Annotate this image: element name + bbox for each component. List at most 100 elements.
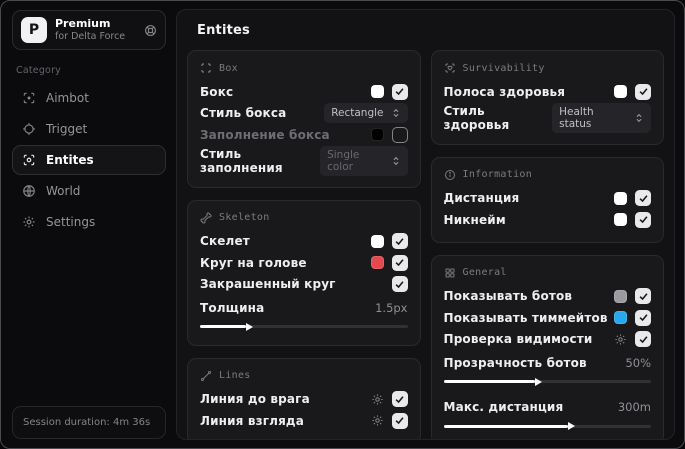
slider-thumb[interactable] (568, 422, 575, 430)
skeleton-enabled-checkbox[interactable] (391, 233, 408, 250)
sidebar-item-trigget[interactable]: Trigget (12, 114, 166, 144)
setting-row-health-bar: Полоса здоровья (444, 81, 651, 103)
setting-row-box-style: Стиль бокса Rectangle (200, 103, 408, 125)
setting-row-bot-opacity: Прозрачность ботов 50% (443, 352, 651, 388)
setting-row-show-teammates: Показывать тиммейтов (444, 307, 651, 329)
skeleton-card: Skeleton Скелет Круг на голове Закрашенн… (187, 199, 421, 346)
brand-settings-icon[interactable] (144, 24, 157, 37)
main-panel: Entites Box Бокс Стиль бокса Rectangle З… (176, 9, 675, 440)
box-enabled-checkbox[interactable] (391, 83, 408, 100)
sidebar-item-label: Entites (46, 153, 94, 167)
box-color-swatch[interactable] (370, 85, 384, 99)
scan-heart-icon (444, 62, 456, 74)
setting-row-skeleton-enabled: Скелет (200, 231, 408, 253)
chevrons-up-down-icon (391, 108, 401, 118)
world-globe-icon (22, 184, 36, 198)
thickness-value: 1.5px (375, 300, 408, 315)
sidebar-nav: Aimbot Trigget Entites World Settings (12, 83, 166, 237)
setting-row-filled-circle: Закрашенный круг (200, 274, 408, 296)
setting-row-head-circle: Круг на голове (200, 252, 408, 274)
slider-thumb[interactable] (245, 322, 253, 331)
nickname-checkbox[interactable] (635, 211, 651, 228)
box-scan-icon (200, 62, 212, 74)
setting-row-thickness: Толщина 1.5px (200, 297, 408, 333)
category-label: Category (16, 65, 61, 76)
setting-row-box-fill-style: Стиль заполнения Single color (200, 145, 408, 176)
line-icon (200, 370, 212, 382)
box-card-title: Box (219, 62, 238, 74)
aimbot-scan-icon (22, 91, 36, 105)
general-card: General Показывать ботов Показывать тимм… (430, 254, 664, 439)
trigger-crosshair-icon (22, 122, 36, 136)
visibility-check-checkbox[interactable] (635, 331, 651, 348)
distance-color-swatch[interactable] (614, 191, 627, 205)
thickness-slider[interactable] (200, 321, 408, 333)
health-bar-checkbox[interactable] (635, 83, 651, 100)
bot-opacity-slider[interactable] (443, 376, 651, 388)
settings-gear-icon (22, 215, 36, 229)
session-duration: Session duration: 4m 36s (12, 406, 166, 439)
filled-circle-checkbox[interactable] (391, 276, 408, 293)
slider-thumb[interactable] (534, 377, 542, 386)
box-card: Box Бокс Стиль бокса Rectangle Заполнени… (187, 50, 421, 188)
sidebar-item-entites[interactable]: Entites (12, 145, 166, 175)
survivability-card: Survivability Полоса здоровья Стиль здор… (430, 50, 664, 145)
show-bots-checkbox[interactable] (635, 288, 651, 305)
setting-row-visibility-check: Проверка видимости (444, 329, 651, 351)
entities-scan-eye-icon (22, 153, 36, 167)
setting-row-max-distance: Макс. дистанция 300m (443, 397, 651, 433)
health-style-dropdown[interactable]: Health status (552, 102, 651, 133)
setting-row-show-bots: Показывать ботов (444, 286, 651, 308)
setting-row-box-enabled: Бокс (200, 81, 408, 103)
sidebar-item-settings[interactable]: Settings (12, 207, 166, 237)
brand-subtitle: for Delta Force (55, 30, 126, 42)
sidebar-item-label: World (46, 184, 81, 198)
show-teammates-color-swatch[interactable] (614, 311, 627, 325)
info-icon (444, 169, 456, 181)
show-teammates-checkbox[interactable] (635, 309, 651, 326)
bone-icon (200, 212, 212, 224)
max-distance-value: 300m (617, 400, 651, 415)
sidebar-item-label: Trigget (46, 122, 88, 136)
chevrons-up-down-icon (634, 113, 644, 123)
sidebar-item-world[interactable]: World (12, 176, 166, 206)
survivability-card-title: Survivability (462, 62, 545, 74)
box-fill-style-dropdown[interactable]: Single color (320, 145, 408, 176)
sidebar: P Premium for Delta Force Category Aimbo… (1, 1, 171, 448)
general-card-title: General (462, 267, 507, 278)
box-fill-color-swatch[interactable] (370, 128, 384, 142)
max-distance-slider[interactable] (443, 420, 651, 432)
view-line-checkbox[interactable] (391, 412, 408, 429)
page-title: Entites (197, 23, 250, 38)
box-style-dropdown[interactable]: Rectangle (324, 103, 408, 124)
distance-checkbox[interactable] (635, 190, 651, 207)
head-circle-checkbox[interactable] (391, 254, 408, 271)
setting-row-box-fill: Заполнение бокса (200, 124, 408, 146)
visibility-check-gear-icon[interactable] (614, 333, 627, 346)
setting-row-view-line: Линия взгляда (200, 410, 408, 432)
setting-row-health-style: Стиль здоровья Health status (444, 102, 651, 133)
sidebar-item-aimbot[interactable]: Aimbot (12, 83, 166, 113)
sidebar-item-label: Settings (46, 215, 96, 229)
head-circle-color-swatch[interactable] (370, 256, 384, 270)
bot-opacity-value: 50% (625, 355, 651, 370)
lines-card-title: Lines (219, 370, 251, 381)
setting-row-nickname: Никнейм (444, 209, 651, 231)
brand-title: Premium (55, 17, 111, 31)
chevrons-up-down-icon (391, 156, 401, 166)
skeleton-color-swatch[interactable] (370, 234, 384, 248)
lines-card: Lines Линия до врага Линия взгляда (187, 357, 421, 439)
view-line-gear-icon[interactable] (371, 414, 384, 427)
information-card: Information Дистанция Никнейм (430, 156, 664, 243)
brand-logo: P (21, 17, 47, 43)
setting-row-enemy-line: Линия до врага (200, 389, 408, 411)
grid-icon (444, 267, 456, 279)
nickname-color-swatch[interactable] (614, 213, 627, 227)
skeleton-card-title: Skeleton (219, 212, 270, 223)
enemy-line-checkbox[interactable] (391, 391, 408, 408)
enemy-line-gear-icon[interactable] (371, 393, 384, 406)
show-bots-color-swatch[interactable] (614, 289, 627, 303)
sidebar-item-label: Aimbot (46, 91, 89, 105)
box-fill-checkbox[interactable] (391, 126, 408, 143)
health-bar-color-swatch[interactable] (614, 85, 627, 99)
